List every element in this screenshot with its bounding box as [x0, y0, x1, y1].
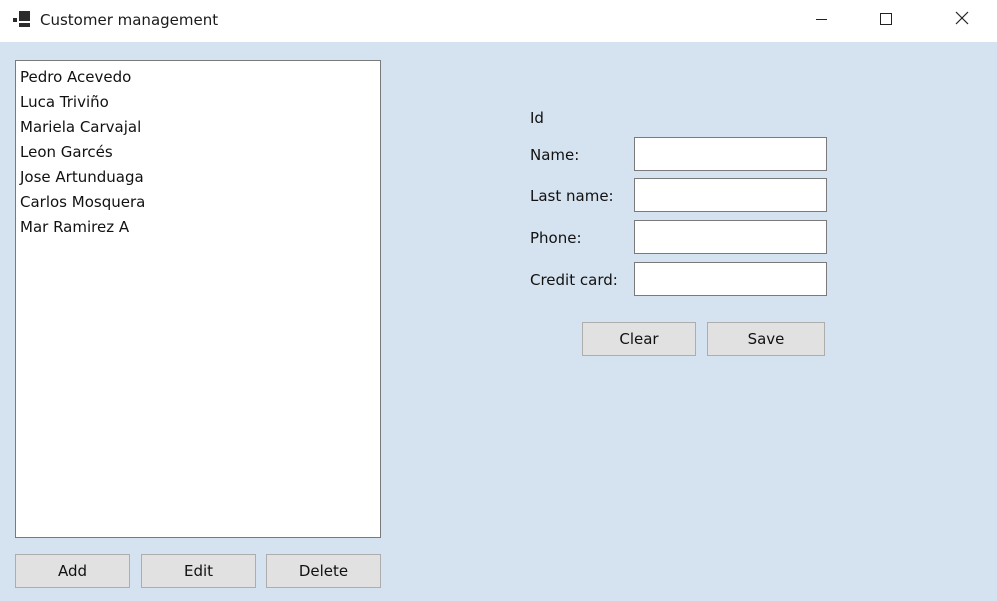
delete-button[interactable]: Delete	[266, 554, 381, 588]
list-item[interactable]: Mariela Carvajal	[20, 115, 380, 140]
id-label: Id	[530, 109, 544, 127]
credit-card-field[interactable]	[634, 262, 827, 296]
list-item[interactable]: Leon Garcés	[20, 140, 380, 165]
clear-button[interactable]: Clear	[582, 322, 696, 356]
list-item[interactable]: Luca Triviño	[20, 90, 380, 115]
list-item[interactable]: Carlos Mosquera	[20, 190, 380, 215]
phone-label: Phone:	[530, 229, 582, 247]
edit-button[interactable]: Edit	[141, 554, 256, 588]
minimize-button[interactable]	[798, 0, 844, 38]
title-bar[interactable]: Customer management	[0, 0, 997, 42]
maximize-button[interactable]	[858, 0, 904, 38]
name-field[interactable]	[634, 137, 827, 171]
customer-management-window: Customer management Pedro Acevedo Luca T…	[0, 0, 997, 601]
last-name-label: Last name:	[530, 187, 614, 205]
close-button[interactable]	[939, 0, 985, 38]
window-title: Customer management	[40, 11, 219, 29]
close-icon	[955, 11, 969, 25]
list-item[interactable]: Pedro Acevedo	[20, 65, 380, 90]
credit-card-label: Credit card:	[530, 271, 618, 289]
list-item[interactable]: Mar Ramirez A	[20, 215, 380, 240]
minimize-icon	[816, 19, 827, 20]
app-window-icon	[13, 11, 31, 27]
maximize-icon	[880, 13, 892, 25]
list-item[interactable]: Jose Artunduaga	[20, 165, 380, 190]
customer-listbox[interactable]: Pedro Acevedo Luca Triviño Mariela Carva…	[15, 60, 381, 538]
name-label: Name:	[530, 146, 580, 164]
last-name-field[interactable]	[634, 178, 827, 212]
save-button[interactable]: Save	[707, 322, 825, 356]
phone-field[interactable]	[634, 220, 827, 254]
add-button[interactable]: Add	[15, 554, 130, 588]
